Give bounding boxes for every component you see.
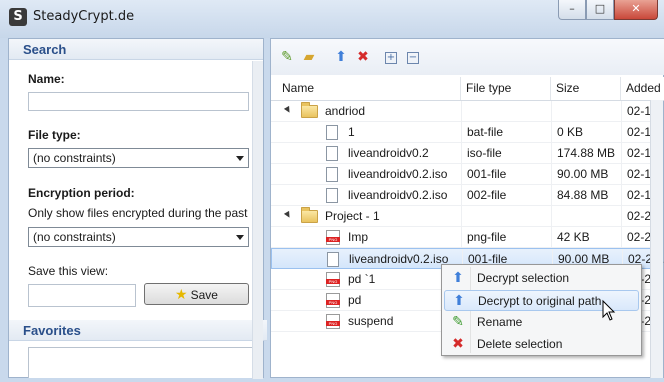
column-added[interactable]: Added: [621, 77, 664, 100]
saveview-label: Save this view:: [28, 264, 109, 278]
menu-item-label: Decrypt to original path: [478, 294, 602, 308]
file-type: iso-file: [461, 143, 551, 164]
file-size: [551, 101, 621, 122]
menu-item-label: Delete selection: [477, 337, 563, 351]
title-bar[interactable]: S SteadyCrypt.de – □ ✕: [0, 0, 664, 38]
file-name: liveandroidv0.2.iso: [348, 167, 448, 181]
column-name[interactable]: Name: [277, 77, 461, 100]
mouse-cursor-icon: [602, 299, 616, 321]
file-name: andriod: [325, 104, 366, 118]
file-row[interactable]: Imppng-file42 KB02-21-...: [271, 227, 663, 248]
file-type: 002-file: [461, 185, 551, 206]
file-name: pd: [348, 293, 362, 307]
file-row[interactable]: liveandroidv0.2.iso001-file90.00 MB02-19…: [271, 164, 663, 185]
file-icon: [326, 146, 338, 161]
file-type: 001-file: [461, 164, 551, 185]
rename-pencil-icon: ✎: [452, 314, 464, 330]
search-panel: Search Name: File type: (no constraints)…: [8, 38, 267, 379]
menu-delete-selection[interactable]: ✖ Delete selection: [444, 334, 639, 355]
delete-icon[interactable]: ✖: [355, 49, 371, 65]
delete-icon: ✖: [452, 336, 464, 352]
saveview-field[interactable]: [28, 284, 136, 307]
chevron-down-icon: [236, 156, 244, 161]
png-file-icon: [326, 272, 340, 287]
file-size: 42 KB: [551, 227, 621, 248]
window-title: SteadyCrypt.de: [33, 9, 135, 24]
period-label: Encryption period:: [28, 186, 135, 200]
png-file-icon: [326, 230, 340, 245]
left-scrollbar[interactable]: [252, 61, 263, 379]
file-name: pd `1: [348, 272, 376, 286]
name-label: Name:: [28, 72, 65, 86]
favorites-list[interactable]: [28, 347, 253, 378]
filetype-label: File type:: [28, 128, 81, 142]
file-icon: [326, 167, 338, 182]
file-name: 1: [348, 125, 355, 139]
file-name: Project - 1: [325, 209, 380, 223]
search-form: Name: File type: (no constraints) Encryp…: [9, 61, 253, 351]
toolbar: ✎ ▰ ⬆ ✖ + −: [271, 39, 664, 75]
expand-arrow-icon[interactable]: [283, 210, 293, 220]
expand-arrow-icon[interactable]: [283, 105, 293, 115]
file-size: 174.88 MB: [551, 143, 621, 164]
expand-all-icon[interactable]: +: [385, 52, 397, 64]
search-heading: Search: [9, 39, 263, 60]
file-type: bat-file: [461, 122, 551, 143]
app-logo-icon: S: [9, 8, 27, 26]
save-button-label: Save: [190, 288, 218, 302]
decrypt-icon[interactable]: ⬆: [333, 49, 349, 65]
add-folder-icon[interactable]: ▰: [301, 49, 317, 65]
menu-item-label: Decrypt selection: [477, 271, 570, 285]
file-icon: [326, 188, 338, 203]
png-file-icon: [326, 293, 340, 308]
menu-decrypt-selection[interactable]: ⬆ Decrypt selection: [444, 268, 639, 289]
file-name: liveandroidv0.2: [348, 146, 429, 160]
file-row[interactable]: liveandroidv0.2.iso002-file84.88 MB02-19…: [271, 185, 663, 206]
period-value: (no constraints): [33, 230, 116, 244]
close-button[interactable]: ✕: [614, 0, 658, 20]
file-size: 90.00 MB: [551, 164, 621, 185]
minimize-button[interactable]: –: [558, 0, 586, 20]
filetype-value: (no constraints): [33, 151, 116, 165]
file-row[interactable]: 1bat-file0 KB02-19-...: [271, 122, 663, 143]
collapse-all-icon[interactable]: −: [407, 52, 419, 64]
app-window: S SteadyCrypt.de – □ ✕ Search Name: File…: [0, 0, 664, 382]
file-size: 84.88 MB: [551, 185, 621, 206]
period-select[interactable]: (no constraints): [28, 227, 249, 247]
file-type: png-file: [461, 227, 551, 248]
column-size[interactable]: Size: [551, 77, 621, 100]
name-field[interactable]: [28, 92, 249, 111]
file-name: suspend: [348, 314, 394, 328]
favorites-heading: Favorites: [9, 320, 267, 341]
file-type: [461, 206, 551, 227]
file-row[interactable]: liveandroidv0.2iso-file174.88 MB02-19-..…: [271, 143, 663, 164]
file-icon: [327, 252, 339, 267]
file-type: [461, 101, 551, 122]
decrypt-original-icon: ⬆: [453, 293, 465, 309]
file-icon: [326, 125, 338, 140]
window-controls: – □ ✕: [558, 0, 658, 20]
maximize-button[interactable]: □: [586, 0, 614, 20]
folder-row[interactable]: andriod02-19-...: [271, 101, 663, 122]
chevron-down-icon: [236, 235, 244, 240]
file-size: 0 KB: [551, 122, 621, 143]
decrypt-icon: ⬆: [452, 270, 464, 286]
folder-icon: [301, 207, 318, 223]
file-name: liveandroidv0.2.iso: [348, 188, 448, 202]
grid-header: Name File type Size Added: [271, 77, 664, 101]
star-icon: ★: [175, 286, 188, 302]
folder-icon: [301, 102, 318, 118]
file-size: [551, 206, 621, 227]
file-list-scrollbar[interactable]: [650, 100, 663, 378]
add-file-icon[interactable]: ✎: [279, 49, 295, 65]
folder-row[interactable]: Project - 102-21-...: [271, 206, 663, 227]
menu-item-label: Rename: [477, 315, 523, 329]
filetype-select[interactable]: (no constraints): [28, 148, 249, 168]
period-hint: Only show files encrypted during the pas…: [28, 206, 248, 220]
png-file-icon: [326, 314, 340, 329]
file-name: liveandroidv0.2.iso: [349, 252, 449, 266]
save-button[interactable]: ★ Save: [144, 283, 249, 305]
file-name: Imp: [348, 230, 369, 244]
column-filetype[interactable]: File type: [461, 77, 551, 100]
